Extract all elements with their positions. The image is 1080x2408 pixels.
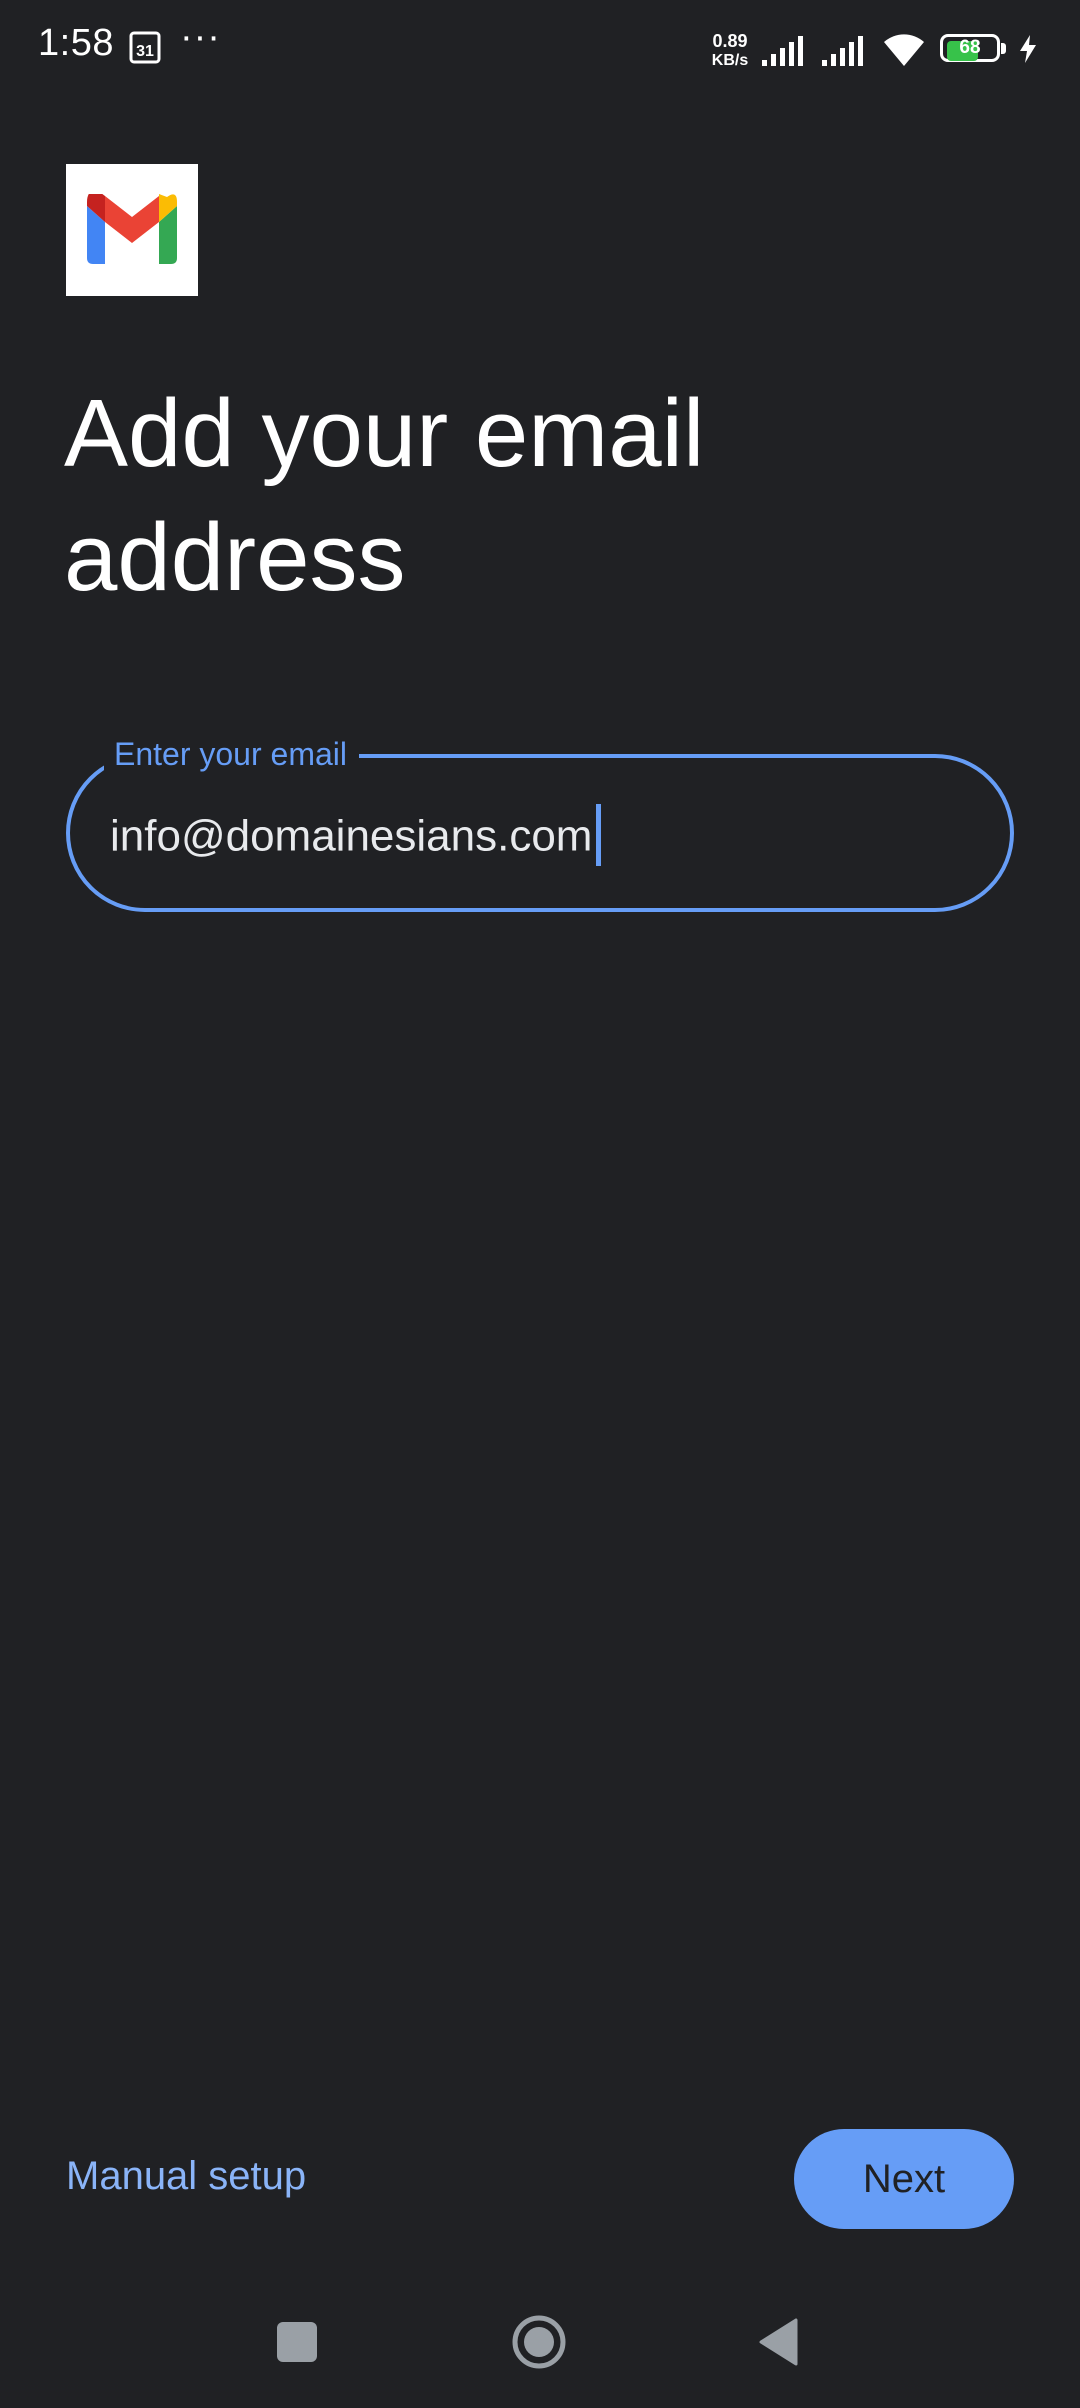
battery-level-text: 68	[959, 37, 981, 58]
gmail-m-icon	[87, 194, 177, 264]
square-icon[interactable]	[277, 2322, 317, 2362]
calendar-icon: 31	[129, 31, 161, 64]
text-caret	[596, 804, 602, 866]
email-input-value: info@domainesians.com	[110, 811, 593, 861]
email-input[interactable]: info@domainesians.com	[110, 804, 602, 870]
gmail-logo-icon	[66, 164, 198, 296]
charging-bolt-icon	[1020, 35, 1036, 63]
more-notifications-icon: ···	[180, 16, 221, 58]
email-field-label: Enter your email	[104, 736, 359, 772]
network-speed: 0.89 KB/s	[706, 32, 754, 70]
status-bar: 1:58 31 ··· 0.89 KB/s 68	[0, 0, 1080, 100]
network-speed-value: 0.89	[712, 31, 748, 51]
manual-setup-button[interactable]: Manual setup	[66, 2154, 306, 2199]
calendar-day: 31	[136, 43, 154, 60]
email-field[interactable]: Enter your email info@domainesians.com	[66, 736, 1014, 912]
status-time: 1:58	[38, 22, 114, 64]
signal-icon	[762, 36, 803, 66]
battery-icon: 68	[940, 34, 1008, 66]
page-title: Add your email address	[64, 380, 705, 611]
network-speed-unit: KB/s	[711, 52, 749, 69]
triangle-back-icon[interactable]	[758, 2318, 798, 2366]
wifi-icon	[884, 34, 924, 66]
next-button[interactable]: Next	[794, 2129, 1014, 2229]
battery-cap	[1001, 43, 1006, 54]
signal-icon-2	[822, 36, 863, 66]
circle-icon[interactable]	[511, 2314, 567, 2370]
